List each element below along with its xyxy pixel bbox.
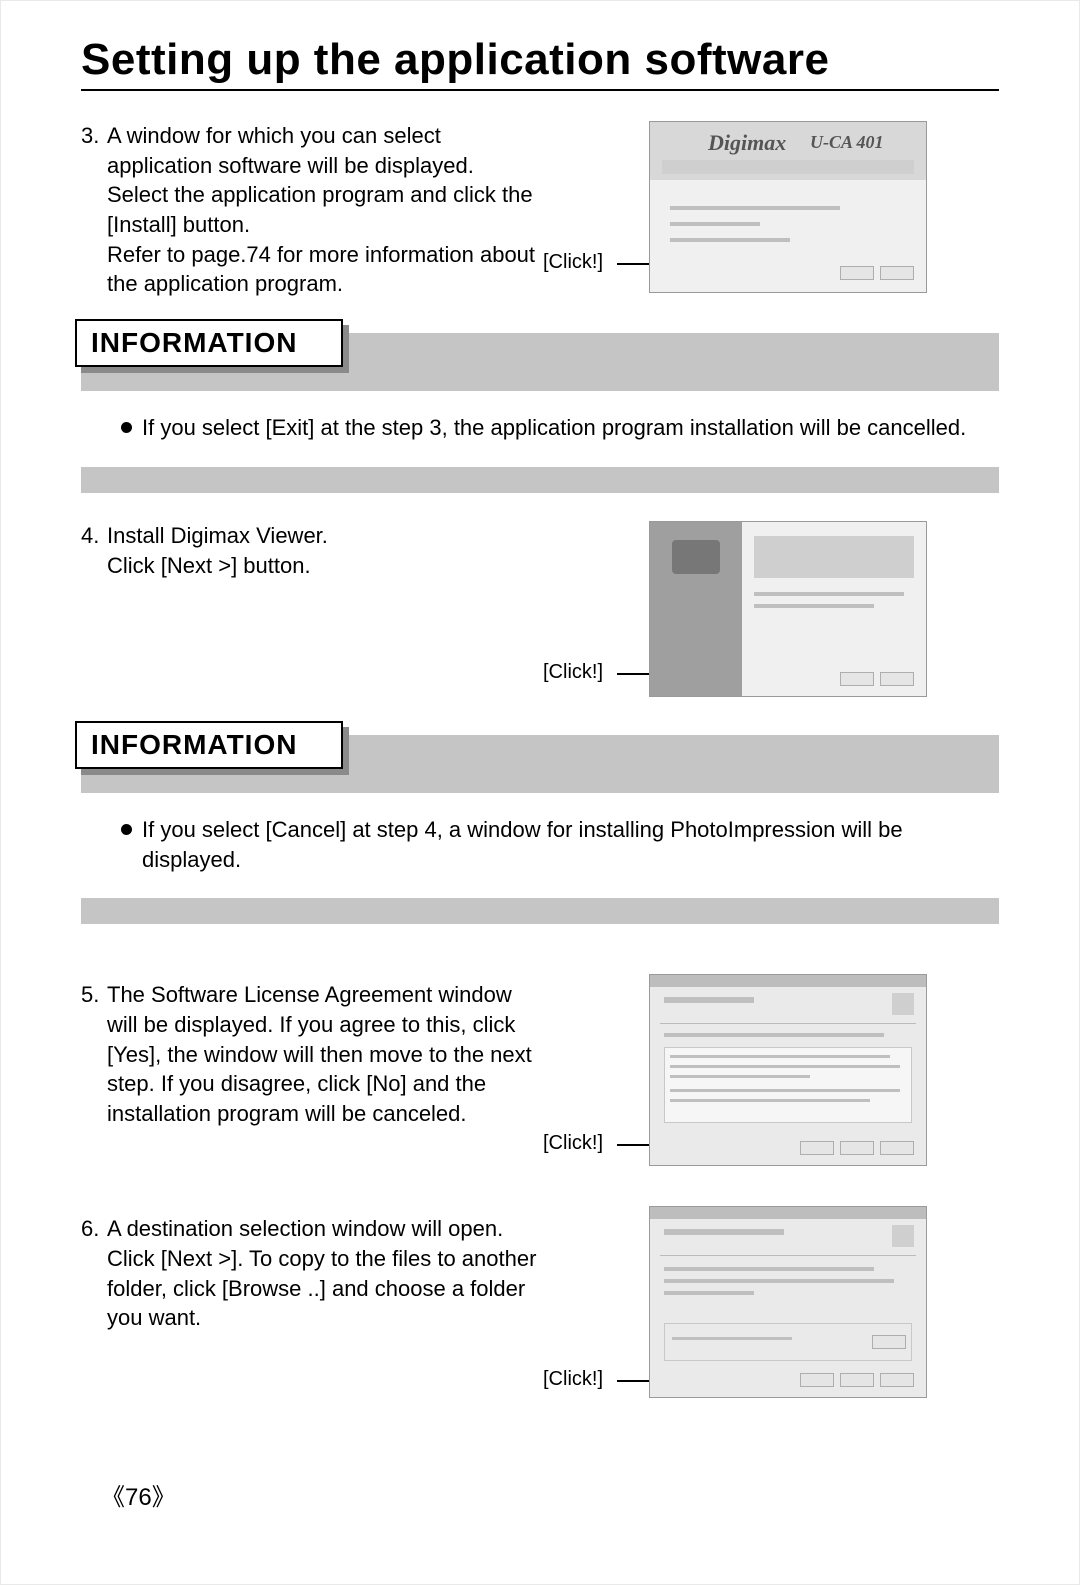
info-text: If you select [Exit] at the step 3, the … [142, 413, 966, 443]
information-box-1: INFORMATION If you select [Exit] at the … [81, 333, 999, 493]
thumb-line [664, 1033, 884, 1037]
thumb-text-block [754, 536, 914, 578]
thumb-line [670, 238, 790, 242]
step-text-a: Install Digimax Viewer. [107, 523, 328, 548]
thumb-button [840, 266, 874, 280]
thumb-line [670, 1065, 900, 1068]
step-3: 3. A window for which you can select app… [81, 121, 999, 299]
thumbnail-installer-select: Digimax U-CA 401 [649, 121, 927, 293]
thumb-line [664, 1267, 874, 1271]
thumb-stripe [662, 160, 914, 174]
step-figure-area: [Click!] Digimax U-CA 401 [537, 121, 999, 281]
thumb-line [670, 1099, 870, 1102]
step-text: Install Digimax Viewer. Click [Next >] b… [107, 521, 537, 580]
info-body: If you select [Cancel] at step 4, a wind… [81, 793, 999, 924]
thumb-button [840, 1373, 874, 1387]
page: Setting up the application software 3. A… [0, 0, 1080, 1585]
thumb-line [670, 222, 760, 226]
info-text: If you select [Cancel] at step 4, a wind… [142, 815, 979, 874]
thumb-button [880, 1373, 914, 1387]
thumb-line [664, 1279, 894, 1283]
click-label: [Click!] [543, 1368, 603, 1391]
thumb-corner-icon [892, 1225, 914, 1247]
thumb-line [754, 592, 904, 596]
thumb-button [800, 1373, 834, 1387]
step-text: A destination selection window will open… [107, 1214, 537, 1333]
step-5: 5. The Software License Agreement window… [81, 980, 999, 1170]
info-banner: INFORMATION [81, 735, 999, 793]
step-figure-area: [Click!] [537, 1214, 999, 1404]
information-box-2: INFORMATION If you select [Cancel] at st… [81, 735, 999, 924]
thumb-button [880, 266, 914, 280]
thumb-model: U-CA 401 [810, 132, 884, 153]
info-banner: INFORMATION [81, 333, 999, 391]
thumb-button [840, 672, 874, 686]
thumb-line [670, 1055, 890, 1058]
thumb-titlebar [650, 1207, 926, 1219]
info-badge-label: INFORMATION [75, 319, 343, 367]
step-number: 6. [81, 1214, 107, 1244]
step-text: A window for which you can select applic… [107, 121, 537, 299]
page-title: Setting up the application software [81, 35, 999, 91]
thumb-line [664, 1291, 754, 1295]
step-text-a: A window for which you can select applic… [107, 123, 533, 237]
thumb-line [670, 1089, 900, 1092]
step-number: 4. [81, 521, 107, 551]
info-bullet-line: If you select [Exit] at the step 3, the … [121, 413, 979, 443]
click-label: [Click!] [543, 251, 603, 274]
step-number: 3. [81, 121, 107, 151]
thumb-line [664, 997, 754, 1003]
step-4: 4. Install Digimax Viewer. Click [Next >… [81, 521, 999, 701]
page-number: 《76》 [101, 1477, 176, 1512]
info-badge-label: INFORMATION [75, 721, 343, 769]
thumb-button [880, 672, 914, 686]
step-text-b: If you disagree, click [No] and the inst… [107, 1071, 486, 1126]
thumbnail-digimax-viewer [649, 521, 927, 697]
step-text-b: Refer to page.74 for more information ab… [107, 242, 535, 297]
bullet-icon [121, 824, 132, 835]
step-figure-area: [Click!] [537, 521, 999, 701]
thumb-brand: Digimax [708, 130, 786, 156]
step-text: The Software License Agreement window wi… [107, 980, 537, 1128]
thumb-textarea [664, 1047, 912, 1123]
thumb-line [672, 1337, 792, 1340]
thumb-button [800, 1141, 834, 1155]
thumb-camera-icon [672, 540, 720, 574]
thumb-sep [660, 1023, 916, 1024]
step-figure-area: [Click!] [537, 980, 999, 1170]
step-number: 5. [81, 980, 107, 1010]
thumb-button [840, 1141, 874, 1155]
thumb-line [664, 1229, 784, 1235]
step-text-a: A destination selection window will open… [107, 1216, 536, 1330]
page-inner: Setting up the application software 3. A… [31, 25, 1049, 1544]
info-bullet-line: If you select [Cancel] at step 4, a wind… [121, 815, 979, 874]
thumb-sep [660, 1255, 916, 1256]
info-badge: INFORMATION [75, 319, 343, 367]
info-body: If you select [Exit] at the step 3, the … [81, 391, 999, 493]
thumb-button [880, 1141, 914, 1155]
step-text-b: Click [Next >] button. [107, 553, 311, 578]
step-6: 6. A destination selection window will o… [81, 1214, 999, 1404]
thumb-line [670, 1075, 810, 1078]
thumbnail-destination-folder [649, 1206, 927, 1398]
thumb-line [670, 206, 840, 210]
click-label: [Click!] [543, 1132, 603, 1155]
thumbnail-license-agreement [649, 974, 927, 1166]
bullet-icon [121, 422, 132, 433]
info-badge: INFORMATION [75, 721, 343, 769]
thumb-corner-icon [892, 993, 914, 1015]
thumb-line [754, 604, 874, 608]
thumb-titlebar [650, 975, 926, 987]
click-label: [Click!] [543, 661, 603, 684]
thumb-button-browse [872, 1335, 906, 1349]
